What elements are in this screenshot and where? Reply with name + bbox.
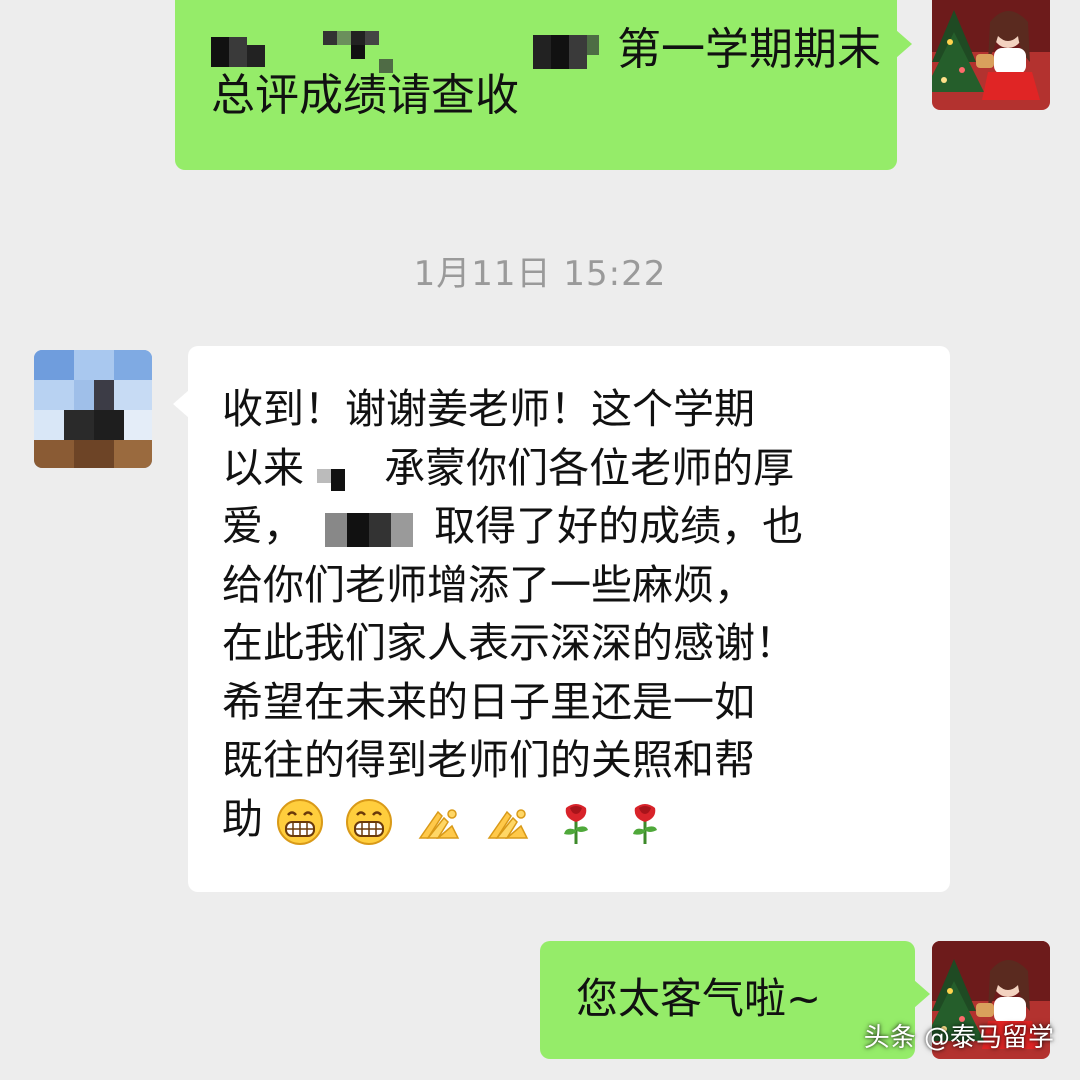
message-text: 第一学期期末 bbox=[617, 24, 881, 75]
message-line: 希望在未来的日子里还是一如 bbox=[222, 677, 755, 726]
message-timestamp: 1月11日 15:22 bbox=[413, 254, 667, 294]
message-text: 助 bbox=[222, 794, 263, 843]
grin-emoji-icon bbox=[346, 798, 393, 845]
message-text: 以来 bbox=[222, 443, 304, 492]
message-body: 收到！谢谢姜老师！这个学期 以来 承蒙你们各位老师的厚 爱， 取得了好的成绩，也… bbox=[222, 380, 922, 848]
message-line: 收到！谢谢姜老师！这个学期 bbox=[222, 385, 755, 433]
message-text: 总评成绩请查收 bbox=[211, 70, 519, 121]
rose-emoji-icon bbox=[564, 803, 589, 844]
bubble-tail bbox=[914, 980, 930, 1008]
bubble-tail bbox=[173, 390, 189, 418]
message-line: 既往的得到老师们的关照和帮 bbox=[222, 736, 755, 784]
message-text: 爱， bbox=[222, 502, 304, 550]
message-line: 助 bbox=[222, 790, 922, 849]
user-avatar[interactable] bbox=[932, 0, 1050, 110]
message-text: 承蒙你们各位老师的厚 bbox=[384, 443, 795, 492]
pixelated-redaction bbox=[317, 509, 421, 549]
message-text: 取得了好的成绩，也 bbox=[434, 502, 804, 550]
contact-avatar[interactable] bbox=[34, 350, 152, 468]
pixelated-redaction bbox=[533, 31, 603, 73]
pixelated-redaction bbox=[323, 31, 409, 73]
message-line: 在此我们家人表示深深的感谢！ bbox=[222, 619, 796, 667]
message-line: 总评成绩请查收 bbox=[211, 68, 519, 124]
rose-emoji-icon bbox=[633, 803, 658, 844]
sent-message-bubble[interactable]: 您太客气啦~ bbox=[540, 941, 915, 1059]
pixelated-redaction bbox=[211, 31, 271, 73]
pray-hands-emoji-icon bbox=[418, 808, 460, 839]
pixelated-redaction bbox=[317, 451, 371, 491]
bubble-tail bbox=[896, 30, 912, 58]
message-line: 给你们老师增添了一些麻烦， bbox=[222, 560, 755, 609]
message-line: 爱， 取得了好的成绩，也 bbox=[222, 497, 922, 556]
grin-emoji-icon bbox=[277, 798, 324, 845]
sent-message-bubble[interactable]: 第一学期期末 总评成绩请查收 bbox=[175, 0, 897, 170]
christmas-photo-icon bbox=[932, 0, 1050, 110]
message-text: 您太客气啦~ bbox=[576, 974, 822, 1023]
watermark: 头条 @泰马留学 bbox=[863, 1023, 1054, 1053]
pixelated-avatar-icon bbox=[34, 350, 152, 468]
pray-hands-emoji-icon bbox=[487, 808, 529, 839]
received-message-bubble[interactable]: 收到！谢谢姜老师！这个学期 以来 承蒙你们各位老师的厚 爱， 取得了好的成绩，也… bbox=[188, 346, 950, 892]
message-line: 以来 承蒙你们各位老师的厚 bbox=[222, 439, 922, 498]
